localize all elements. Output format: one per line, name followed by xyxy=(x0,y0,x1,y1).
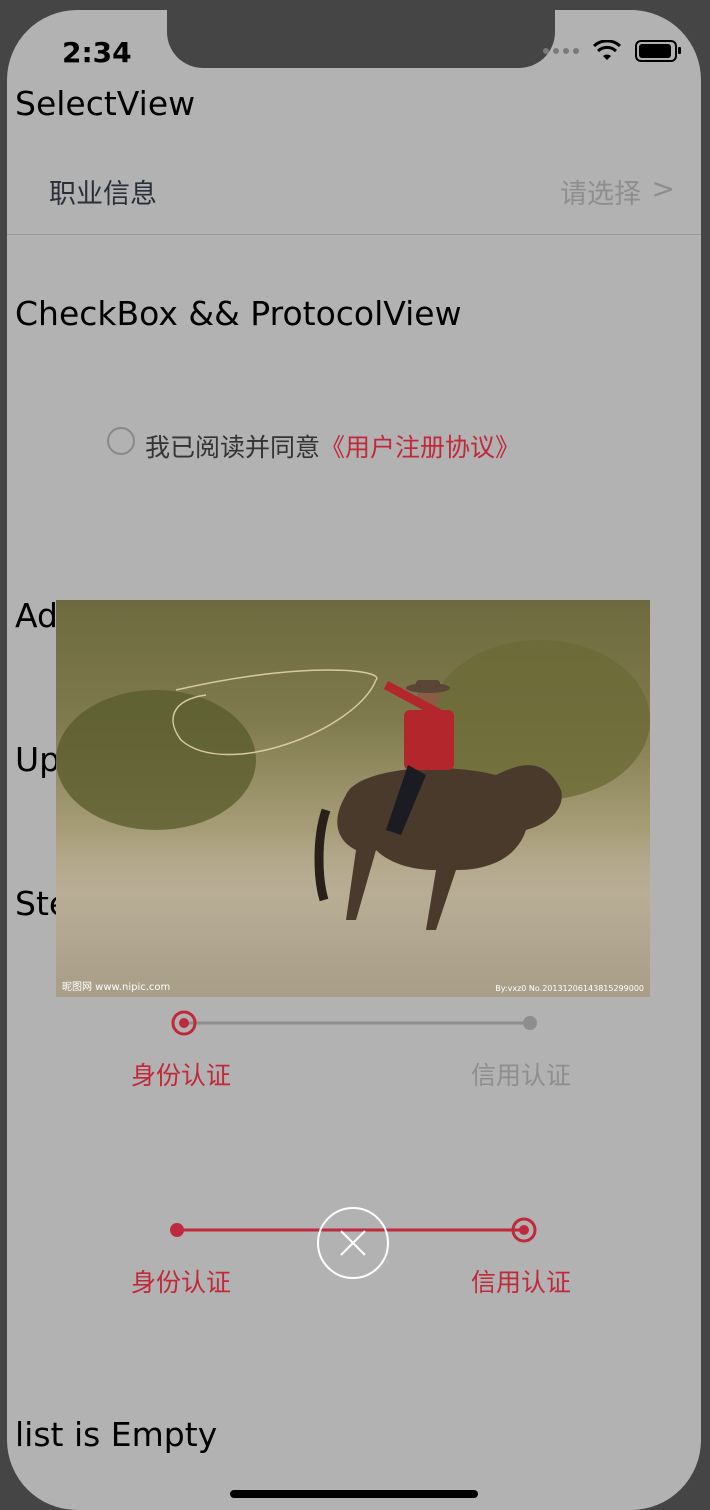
protocol-prefix: 我已阅读并同意 xyxy=(145,433,321,462)
status-time: 2:34 xyxy=(62,36,132,69)
stepper-1-label-2: 信用认证 xyxy=(471,1061,572,1090)
stepper-2-node-active-dot xyxy=(519,1225,529,1235)
close-icon xyxy=(340,1230,366,1256)
home-indicator[interactable] xyxy=(230,1490,478,1498)
close-button[interactable] xyxy=(317,1207,389,1279)
agree-checkbox[interactable] xyxy=(107,427,135,455)
divider xyxy=(7,234,701,235)
select-row-value: 请选择 xyxy=(560,179,641,210)
preview-photo[interactable]: 昵图网 www.nipic.com By:vxz0 No.20131206143… xyxy=(56,600,650,997)
protocol-link[interactable]: 《用户注册协议》 xyxy=(320,433,520,462)
list-empty-text: list is Empty xyxy=(15,1415,218,1454)
select-row-occupation[interactable]: 职业信息 请选择 > xyxy=(7,162,701,234)
chevron-right-icon: > xyxy=(651,172,675,205)
stepper-2-node-done xyxy=(170,1223,184,1237)
wifi-icon xyxy=(593,40,621,60)
battery-icon xyxy=(635,40,681,62)
section-title-partial-up: Up xyxy=(15,740,61,779)
signal-icon xyxy=(543,48,579,54)
section-title-selectview: SelectView xyxy=(15,84,196,123)
phone-screen: 2:34 SelectView 职业信息 请选择 > CheckBox && P… xyxy=(7,10,701,1510)
stepper-1-label-1: 身份认证 xyxy=(131,1061,232,1090)
status-icons xyxy=(543,40,681,62)
stepper-1-node-inactive xyxy=(523,1016,537,1030)
select-row-label: 职业信息 xyxy=(49,179,157,210)
stepper-2-label-1: 身份认证 xyxy=(131,1268,232,1297)
watermark-right: By:vxz0 No.20131206143815299000 xyxy=(495,984,644,993)
notch xyxy=(167,10,555,68)
cowboy-horse-image xyxy=(172,669,562,930)
protocol-text: 我已阅读并同意《用户注册协议》 xyxy=(145,428,520,464)
section-title-partial-ad: Ad xyxy=(15,596,58,635)
section-title-checkbox: CheckBox && ProtocolView xyxy=(15,294,462,333)
stepper-2-label-2: 信用认证 xyxy=(471,1268,572,1297)
stepper-1 xyxy=(171,1010,537,1036)
stepper-1-node-active-dot xyxy=(179,1018,189,1028)
watermark-left: 昵图网 www.nipic.com xyxy=(62,982,171,993)
